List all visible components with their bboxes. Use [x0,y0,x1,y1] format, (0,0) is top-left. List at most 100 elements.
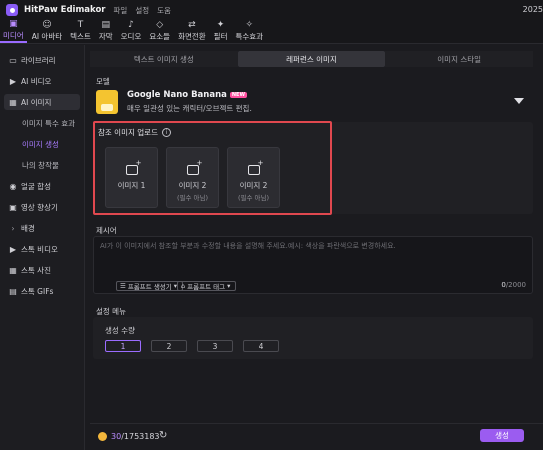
upload-title: 참조 이미지 업로드 [98,128,158,137]
sidebar-item-label: AI 이미지 [21,97,52,107]
tool-transition[interactable]: ⇄ 화면전환 [175,20,209,43]
model-section-label: 모델 [96,77,110,86]
tool-ai-avatar[interactable]: ☺ AI 아바타 [29,20,65,43]
tool-label: 미디어 [3,31,24,40]
tool-elements[interactable]: ◇ 요소들 [146,20,173,43]
slot-label: 이미지 2 [178,181,207,190]
add-image-icon [125,159,142,175]
subtitle-icon: ▤ [101,20,110,30]
sidebar-item-background[interactable]: › 배경 [4,220,80,236]
sidebar-item-stock-photo[interactable]: ▦ 스톡 사진 [4,262,80,278]
sidebar-item-stock-video[interactable]: ▶ 스톡 비디오 [4,241,80,257]
enhance-icon: ▣ [9,202,17,212]
count-title: 생성 수량 [105,326,135,335]
prompt-input[interactable]: AI가 이 이미지에서 참조할 부분과 수정할 내용을 설명해 주세요.예시: … [93,236,533,294]
model-name-row: Google Nano Banana NEW [127,90,252,100]
sidebar-item-library[interactable]: ▭ 라이브러리 [4,52,80,68]
new-badge: NEW [229,92,247,98]
menu-help[interactable]: 도움 [157,5,171,16]
tool-label: 요소들 [149,32,171,41]
stock-video-icon: ▶ [9,244,17,254]
video-icon: ▶ [9,76,17,86]
tab-text-to-image[interactable]: 텍스트 이미지 생성 [90,51,238,67]
tool-effects[interactable]: ✧ 특수효과 [232,20,266,43]
credits-total: /1753183 [121,432,160,441]
title-bar: HitPaw Edimakor 파일 설정 도움 2025 [0,0,543,20]
list-icon: ☰ [120,282,126,290]
upload-slot-2[interactable]: 이미지 2 (필수 아님) [166,147,219,208]
main-panel: 텍스트 이미지 생성 레퍼런스 이미지 이미지 스타일 모델 Google Na… [90,45,543,450]
settings-section-label: 설정 메뉴 [96,307,126,316]
prompt-section-label: 제시어 [96,226,117,235]
audio-icon: ♪ [128,20,134,30]
count-option-2[interactable]: 2 [151,340,187,352]
char-count-max: /2000 [505,281,526,289]
add-image-icon [186,159,203,175]
sidebar-sub-my-works[interactable]: 나의 창작물 [4,157,80,173]
effects-icon: ✧ [245,20,254,30]
footer-bar: 30/1753183 ↻ 생성 [90,423,543,450]
tool-filter[interactable]: ✦ 필터 [211,20,231,43]
tool-label: 특수효과 [235,32,264,41]
chevron-right-icon: › [11,223,15,233]
model-description: 매우 일관성 있는 캐릭터/오브젝트 편집. [127,104,252,113]
add-image-icon [247,159,264,175]
tool-audio[interactable]: ♪ 오디오 [118,20,145,43]
sidebar-item-ai-image[interactable]: ▦ AI 이미지 [4,94,80,110]
button-label: 프롬프트 태그 [187,283,226,291]
sidebar-item-ai-video[interactable]: ▶ AI 비디오 [4,73,80,89]
sidebar-item-enhance[interactable]: ▣ 영상 향상기 [4,199,80,215]
upload-title-row: 참조 이미지 업로드 i [98,127,171,138]
sidebar-item-label: AI 비디오 [21,76,52,86]
model-select[interactable]: Google Nano Banana NEW 매우 일관성 있는 캐릭터/오브젝… [96,89,532,115]
sidebar-item-stock-gif[interactable]: ▤ 스톡 GIFs [4,283,80,299]
tool-media[interactable]: ▣ 미디어 [0,20,27,43]
count-option-3[interactable]: 3 [197,340,233,352]
tool-label: AI 아바타 [31,32,63,41]
tag-icon: ⌂ [181,282,186,290]
count-option-1[interactable]: 1 [105,340,141,352]
sidebar-item-label: 라이브러리 [21,55,56,65]
sidebar-item-label: 배경 [21,223,35,233]
prompt-tag-button[interactable]: ⌂ 프롬프트 태그 ▾ [177,281,237,291]
version-year: 2025 [522,5,543,14]
tool-text[interactable]: T 텍스트 [67,20,94,43]
chevron-down-icon: ▾ [227,282,231,290]
app-logo-icon [6,4,18,16]
face-icon: ◉ [9,181,17,191]
upload-slot-3[interactable]: 이미지 2 (필수 아님) [227,147,280,208]
tool-label: 텍스트 [70,32,91,41]
app-title: HitPaw Edimakor [24,5,106,15]
prompt-placeholder: AI가 이 이미지에서 참조할 부분과 수정할 내용을 설명해 주세요.예시: … [100,242,396,250]
sidebar-sub-image-generate[interactable]: 이미지 생성 [4,136,80,152]
upload-slot-1[interactable]: 이미지 1 [105,147,158,208]
slot-optional-note: (필수 아님) [176,194,209,202]
elements-icon: ◇ [156,20,164,30]
main-toolbar: ▣ 미디어 ☺ AI 아바타 T 텍스트 ▤ 자막 ♪ 오디오 ◇ 요소들 ⇄ … [0,20,543,44]
filter-icon: ✦ [216,20,225,30]
tool-label: 자막 [98,32,113,41]
model-name: Google Nano Banana [127,90,227,100]
menu-settings[interactable]: 설정 [135,5,149,16]
sidebar-sub-image-effects[interactable]: 이미지 특수 효과 [4,115,80,131]
count-option-4[interactable]: 4 [243,340,279,352]
generate-button[interactable]: 생성 [480,429,524,442]
tab-image-style[interactable]: 이미지 스타일 [385,51,534,67]
sidebar-item-label: 스톡 GIFs [21,286,54,296]
prompt-generator-button[interactable]: ☰ 프롬프트 생성기 ▾ [116,281,184,291]
menu-file[interactable]: 파일 [114,5,128,16]
mode-tabs: 텍스트 이미지 생성 레퍼런스 이미지 이미지 스타일 [90,51,534,67]
model-thumbnail [96,90,118,114]
slot-label: 이미지 1 [117,181,146,190]
tab-reference-image[interactable]: 레퍼런스 이미지 [237,51,386,67]
info-icon[interactable]: i [161,128,171,137]
chevron-down-icon[interactable] [514,98,524,104]
tool-subtitle[interactable]: ▤ 자막 [96,20,116,43]
refresh-icon[interactable]: ↻ [159,430,167,441]
sidebar-item-face-swap[interactable]: ◉ 얼굴 합성 [4,178,80,194]
credits-current: 30 [111,432,122,441]
stock-photo-icon: ▦ [9,265,17,275]
sidebar: ▭ 라이브러리 ▶ AI 비디오 ▦ AI 이미지 이미지 특수 효과 이미지 … [0,45,85,450]
generation-settings-panel: 생성 수량 1 2 3 4 [93,317,533,359]
ai-avatar-icon: ☺ [42,20,52,30]
